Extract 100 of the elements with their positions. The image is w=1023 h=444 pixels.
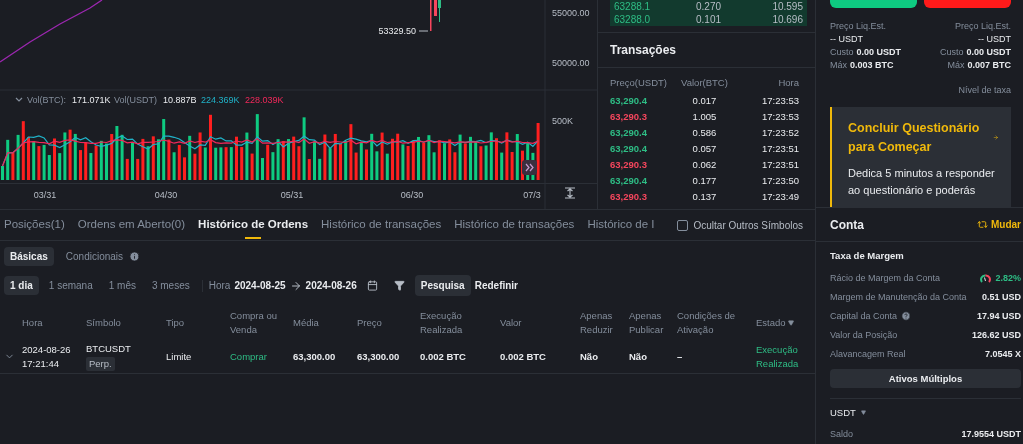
trade-time: 17:23:50 [761,174,799,186]
liquidation-value: -- USDT [978,34,1011,44]
trade-price: 63,290.3 [610,158,648,170]
date-axis-label: 07/3 [523,190,541,200]
order-book-total: 10.595 [771,1,803,12]
column-header: Apenas Publicar [629,309,665,337]
trade-amount: 0.137 [691,190,718,202]
date-from[interactable]: 2024-08-25 [234,280,286,291]
order-type-tab[interactable]: Condicionais [59,247,130,266]
order-book-price: 63288.1 [614,1,652,12]
info-icon[interactable] [129,251,141,262]
fee-level-link[interactable]: Nível de taxa [958,85,1011,95]
order-type-tab[interactable]: Básicas [4,247,54,266]
checkbox-label: Ocultar Outros Símbolos [693,219,803,231]
time-label: Hora [208,280,231,291]
column-header: Valor(BTC) [680,77,729,88]
period-tab[interactable]: 1 semana [42,276,99,295]
reset-button[interactable]: Redefinir [474,280,518,291]
period-tab[interactable]: 1 dia [4,276,39,295]
order-average: 63,300.00 [293,349,337,364]
trade-price: 63,290.3 [610,190,648,202]
period-tab[interactable]: 1 mês [102,276,142,295]
account-label: Capital da Conta [830,310,898,321]
multi-assets-button[interactable]: Ativos Múltiplos [830,369,1021,388]
account-value: 7.0545 X [984,348,1021,359]
order-side: Comprar [230,349,268,364]
cost-label: Custo [939,47,964,57]
history-tab[interactable]: Histórico de I [587,209,655,241]
account-label: Rácio de Margem da Conta [830,272,941,283]
legend-label: Vol(BTC): [27,95,66,105]
trade-time: 17:23:52 [761,126,799,138]
column-header: Símbolo [86,316,121,330]
trade-price: 63,290.3 [610,110,648,122]
trade-price: 63,290.4 [610,126,648,138]
liquidation-value: -- USDT [830,34,863,44]
trades-title: Transações [598,32,815,68]
column-header: Apenas Reduzir [580,309,614,337]
trade-price: 63,290.4 [610,94,648,106]
account-value: 2.82% [995,272,1021,283]
date-to[interactable]: 2024-08-26 [305,280,357,291]
column-header: Hora [22,316,43,330]
promo-banner[interactable]: Concluir Questionário para Começar Dedica 5 minutos a responder ao questionário e poderás [830,107,1011,207]
trade-time: 17:23:49 [761,190,799,202]
trade-amount: 0.017 [691,94,718,106]
order-book-price: 63288.0 [614,14,652,25]
max-value: 0.003 BTC [850,60,894,70]
filter-icon[interactable] [393,280,405,291]
date-axis-label: 03/31 [33,190,57,200]
trade-time: 17:23:53 [761,94,799,106]
max-label: Máx [947,60,965,70]
column-header: Tipo [166,316,185,330]
help-icon[interactable] [901,310,912,321]
column-header: Hora [777,77,799,88]
order-book-row[interactable]: 63288.1 0.270 10.595 [610,0,807,13]
caret-down-icon[interactable] [787,320,794,326]
scroll-right-icon[interactable] [522,160,537,175]
account-label: Margem de Manutenção da Conta [830,291,967,302]
account-label: Alavancagem Real [830,348,906,359]
column-header[interactable]: Estado [756,316,786,330]
column-header: Execução Realizada [420,309,464,337]
account-value: 17.94 USD [976,310,1021,321]
trade-amount: 0.062 [691,158,718,170]
order-book-row[interactable]: 63288.0 0.101 10.696 [610,13,807,26]
order-filled: 0.002 BTC [420,349,467,364]
order-reduce-only: Não [580,349,599,364]
order-price: 63,300.00 [357,349,401,364]
sell-button[interactable] [924,0,1011,8]
period-tab[interactable]: 3 meses [145,276,196,295]
trade-price: 63,290.4 [610,142,648,154]
search-button[interactable]: Pesquisa [414,275,471,296]
arrow-right-icon [289,279,302,292]
column-header: Preço [357,316,382,330]
order-trigger: – [677,349,684,364]
arrow-right-icon[interactable] [993,133,999,143]
trade-price: 63,290.4 [610,174,648,186]
history-tab[interactable]: Histórico de transações [454,209,575,241]
account-value: 0.51 USD [981,291,1021,302]
legend-value: 10.887B [163,95,197,105]
price-marker-label: 53329.50 [378,26,416,36]
candles-drawing [430,0,441,31]
chevron-down-icon[interactable] [15,97,23,102]
trade-amount: 0.057 [691,142,718,154]
trade-time: 17:23:53 [761,110,799,122]
history-tab[interactable]: Histórico de transações [321,209,442,241]
order-post-only: Não [629,349,648,364]
switch-button[interactable]: Mudar [977,219,1021,230]
history-tab[interactable]: Posições(1) [4,209,65,241]
calendar-icon[interactable] [366,280,378,291]
symbol-tag: Perp. [86,357,115,371]
checkbox[interactable] [676,219,688,231]
order-type: Limite [166,349,193,364]
buy-button[interactable] [830,0,917,8]
section-title: Taxa de Margem [830,250,905,261]
date-axis-label: 04/30 [154,190,178,200]
history-tab[interactable]: Ordens em Aberto(0) [77,209,186,241]
order-amount: 0.002 BTC [500,349,547,364]
trade-amount: 1.005 [691,110,718,122]
cost-value: 0.00 USDT [856,47,902,57]
fit-vertical-icon[interactable] [564,187,576,199]
asset-selector[interactable]: USDT [830,398,1021,418]
